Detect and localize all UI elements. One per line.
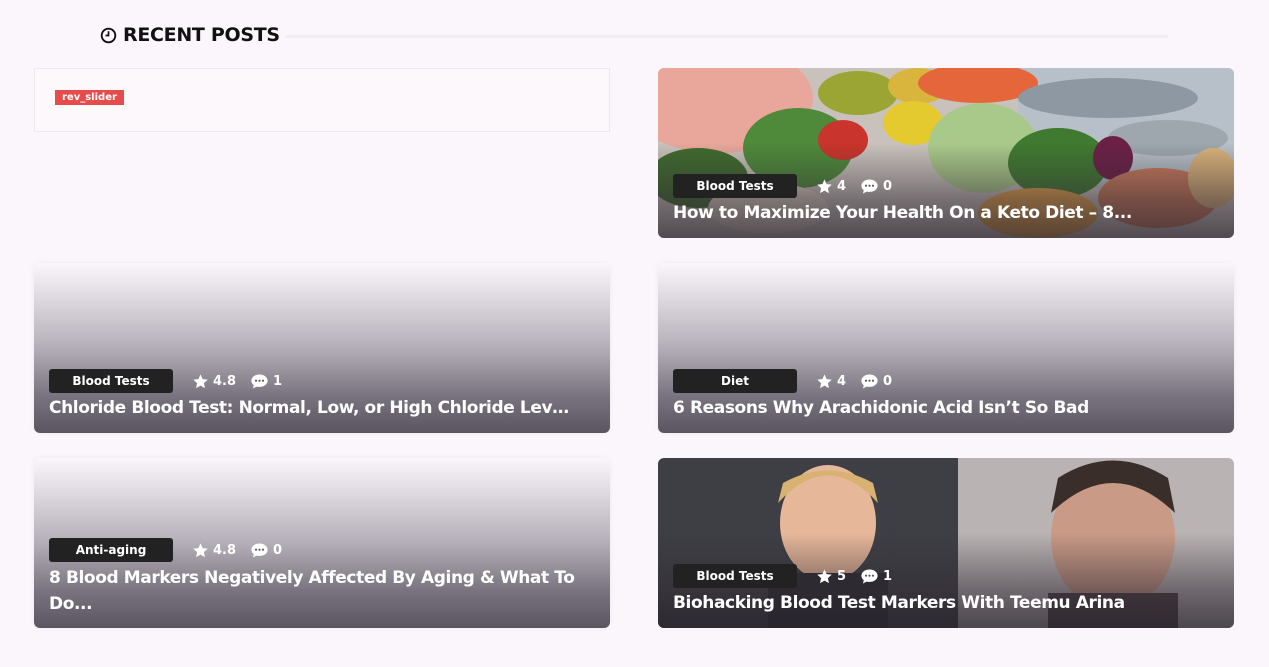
star-icon — [817, 178, 832, 193]
category-tag[interactable]: Blood Tests — [673, 174, 797, 198]
post-card-aging[interactable]: Anti-aging 4.8 0 8 Blood Markers Negativ… — [34, 458, 610, 628]
rating: 4.8 — [192, 373, 236, 390]
rating-value: 4 — [837, 373, 847, 389]
post-title[interactable]: How to Maximize Your Health On a Keto Di… — [673, 200, 1204, 226]
post-meta: Diet 4 0 — [673, 369, 892, 393]
post-card-biohacking[interactable]: Blood Tests 5 1 Biohacking Blood Test Ma… — [658, 458, 1234, 628]
rating: 4 — [816, 178, 846, 195]
comments[interactable]: 0 — [860, 373, 892, 390]
comment-icon — [251, 374, 268, 388]
comments[interactable]: 0 — [250, 542, 282, 559]
star-icon — [193, 542, 208, 557]
post-title[interactable]: 6 Reasons Why Arachidonic Acid Isn’t So … — [673, 395, 1204, 421]
comments[interactable]: 1 — [860, 568, 892, 585]
post-card-keto[interactable]: Blood Tests 4 0 How to Maximize Your Hea… — [658, 68, 1234, 238]
star-icon — [193, 373, 208, 388]
section-title: RECENT POSTS — [123, 24, 280, 46]
rating: 5 — [816, 568, 846, 585]
comments[interactable]: 1 — [250, 373, 282, 390]
star-icon — [817, 373, 832, 388]
rating-value: 4.8 — [213, 373, 237, 389]
post-card-arachidonic[interactable]: Diet 4 0 6 Reasons Why Arachidonic Acid … — [658, 263, 1234, 433]
post-title[interactable]: Biohacking Blood Test Markers With Teemu… — [673, 590, 1204, 616]
comment-count: 1 — [273, 373, 283, 389]
post-card-chloride[interactable]: Blood Tests 4.8 1 Chloride Blood Test: N… — [34, 263, 610, 433]
comment-count: 0 — [883, 373, 893, 389]
post-meta: Anti-aging 4.8 0 — [49, 538, 282, 562]
rating-value: 5 — [837, 568, 847, 584]
post-meta: Blood Tests 4 0 — [673, 174, 892, 198]
rating-value: 4.8 — [213, 542, 237, 558]
header-divider — [285, 35, 1168, 38]
comment-count: 0 — [883, 178, 893, 194]
post-meta: Blood Tests 5 1 — [673, 564, 892, 588]
comment-icon — [861, 569, 878, 583]
comment-count: 1 — [883, 568, 893, 584]
comment-icon — [861, 374, 878, 388]
rating: 4 — [816, 373, 846, 390]
category-tag[interactable]: Diet — [673, 369, 797, 393]
category-tag[interactable]: Blood Tests — [673, 564, 797, 588]
comment-count: 0 — [273, 542, 283, 558]
post-title[interactable]: Chloride Blood Test: Normal, Low, or Hig… — [49, 395, 580, 421]
post-meta: Blood Tests 4.8 1 — [49, 369, 282, 393]
slider-placeholder: rev_slider — [34, 68, 610, 132]
category-tag[interactable]: Blood Tests — [49, 369, 173, 393]
rating: 4.8 — [192, 542, 236, 559]
comment-icon — [861, 179, 878, 193]
post-title[interactable]: 8 Blood Markers Negatively Affected By A… — [49, 565, 580, 617]
comments[interactable]: 0 — [860, 178, 892, 195]
section-header: RECENT POSTS — [100, 24, 280, 46]
rev-slider-badge: rev_slider — [55, 90, 124, 105]
clock-icon — [100, 27, 117, 43]
star-icon — [817, 568, 832, 583]
category-tag[interactable]: Anti-aging — [49, 538, 173, 562]
rating-value: 4 — [837, 178, 847, 194]
comment-icon — [251, 543, 268, 557]
